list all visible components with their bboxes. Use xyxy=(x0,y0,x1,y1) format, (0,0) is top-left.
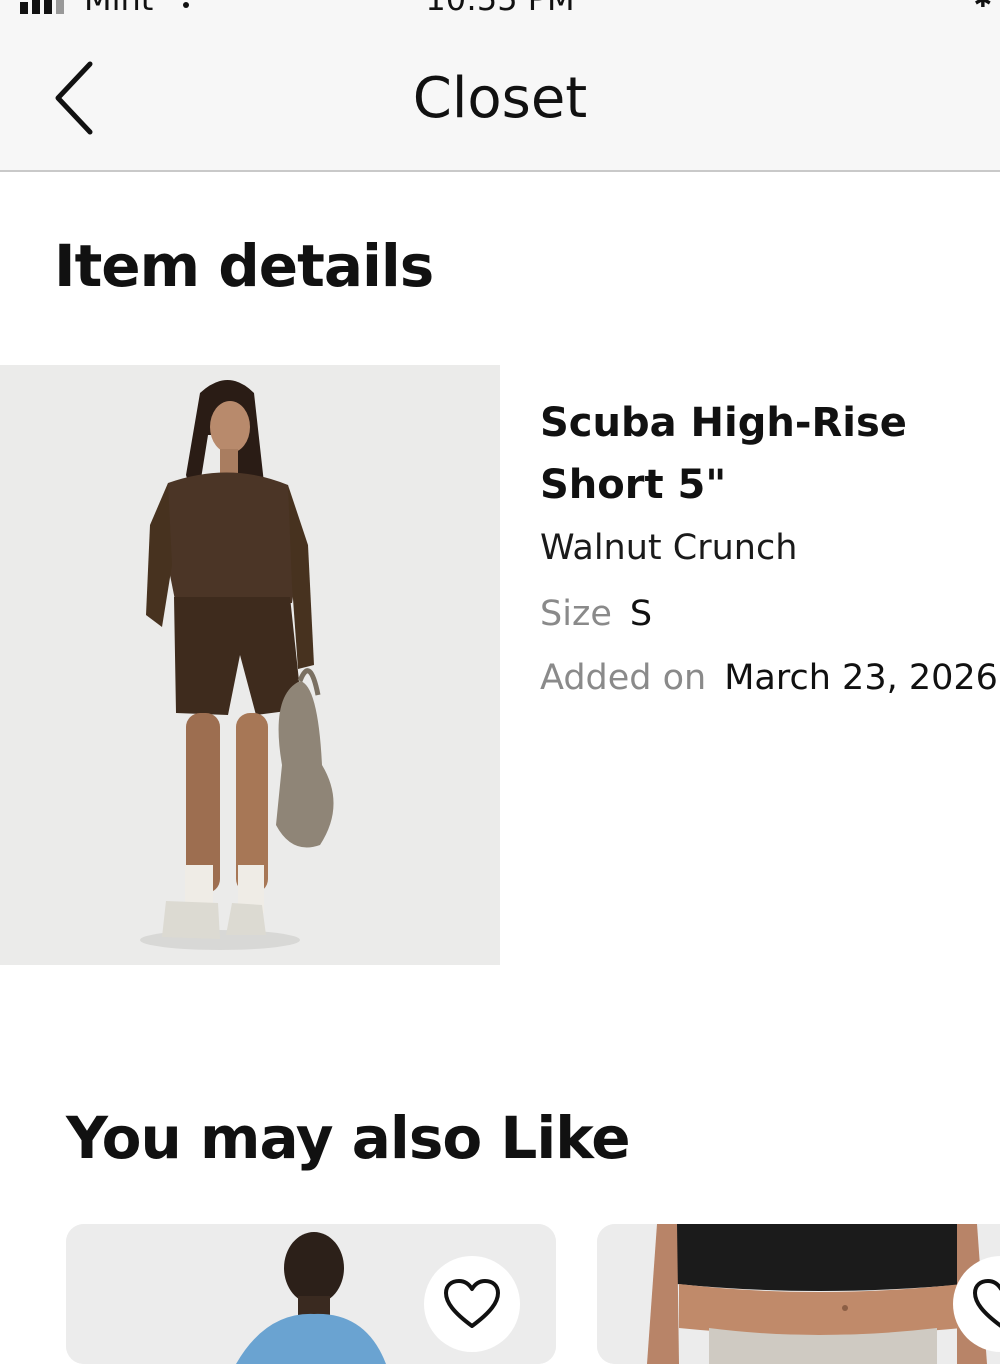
product-color: Walnut Crunch xyxy=(540,528,798,568)
product-photo-illustration xyxy=(0,365,500,965)
status-bar: Mint 10:55 PM ✱ xyxy=(0,0,1000,14)
added-on-label: Added on xyxy=(540,658,707,698)
navigation-bar: Closet xyxy=(0,14,1000,172)
bluetooth-icon: ✱ xyxy=(973,0,992,13)
size-value: S xyxy=(629,594,653,634)
status-time: 10:55 PM xyxy=(0,0,1000,14)
page-title: Closet xyxy=(0,66,1000,131)
recommendation-photo xyxy=(597,1224,1000,1364)
product-info: Scuba High-Rise Short 5" Walnut Crunch S… xyxy=(540,392,1000,704)
product-name: Scuba High-Rise Short 5" xyxy=(540,400,907,508)
recommendations-heading: You may also Like xyxy=(66,1104,631,1172)
product-image xyxy=(0,365,500,965)
favorite-button[interactable] xyxy=(424,1256,520,1352)
size-label: Size xyxy=(540,594,612,634)
recommendation-card[interactable] xyxy=(597,1224,1000,1364)
item-details-heading: Item details xyxy=(54,232,434,300)
added-on-value: March 23, 2026 xyxy=(724,658,998,698)
page-title-text: Closet xyxy=(412,66,588,131)
added-on-row: Added on March 23, 2026 xyxy=(540,652,1000,704)
size-row: Size S xyxy=(540,588,1000,640)
heart-outline-icon xyxy=(444,1279,500,1328)
recommendation-card[interactable] xyxy=(66,1224,556,1364)
heart-outline-icon xyxy=(973,1279,1000,1328)
